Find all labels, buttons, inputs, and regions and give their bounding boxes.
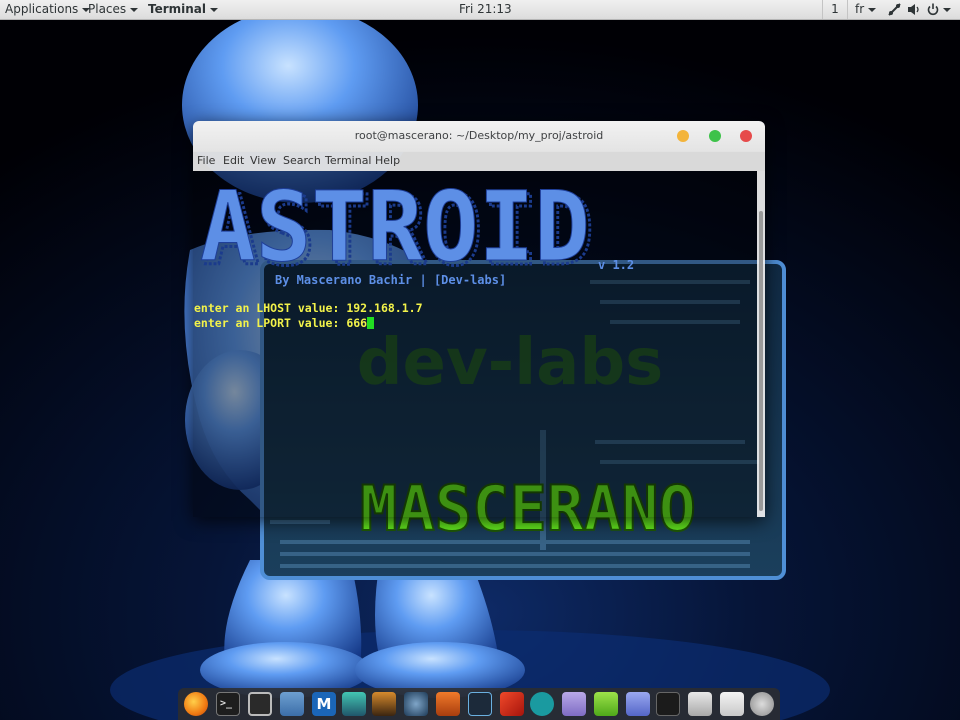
rocket-icon[interactable]: [750, 692, 774, 716]
terminal-scrollbar[interactable]: [757, 171, 765, 517]
close-button[interactable]: [740, 130, 752, 142]
applications-menu[interactable]: Applications: [5, 2, 91, 17]
volume-icon[interactable]: [907, 3, 921, 16]
terminal-output[interactable]: ASTROID ASTROID v 1.2 By Mascerano Bachi…: [193, 171, 757, 517]
power-icon[interactable]: [927, 3, 939, 16]
terminal-window[interactable]: root@mascerano: ~/Desktop/my_proj/astroi…: [193, 121, 765, 517]
text-cursor: [367, 317, 375, 329]
settings-toggle-icon[interactable]: [720, 692, 744, 716]
files-browser-icon[interactable]: [248, 692, 272, 716]
minimize-button[interactable]: [677, 130, 689, 142]
chevron-down-icon: [130, 7, 139, 12]
chevron-down-icon: [943, 7, 951, 12]
chevron-down-icon[interactable]: [943, 2, 951, 17]
scrollbar-thumb[interactable]: [759, 211, 763, 511]
text-editor-icon[interactable]: [562, 692, 586, 716]
armitage-icon[interactable]: [342, 692, 366, 716]
window-titlebar[interactable]: root@mascerano: ~/Desktop/my_proj/astroi…: [193, 121, 765, 152]
terminal-app-menu-label: Terminal: [148, 2, 207, 16]
menu-search[interactable]: Search: [283, 154, 321, 167]
places-menu[interactable]: Places: [88, 2, 139, 17]
chevron-down-icon: [210, 7, 219, 12]
kali-tool-icon[interactable]: [468, 692, 492, 716]
burpsuite-icon[interactable]: [372, 692, 396, 716]
menu-terminal[interactable]: Terminal: [325, 154, 372, 167]
notes-icon[interactable]: [594, 692, 618, 716]
install-icon[interactable]: [626, 692, 650, 716]
maltego-icon[interactable]: [404, 692, 428, 716]
workspace-indicator[interactable]: 1: [822, 0, 848, 19]
maximize-button[interactable]: [709, 130, 721, 142]
terminal-app-menu[interactable]: Terminal: [148, 2, 219, 17]
lport-line: enter an LPORT value: 666: [194, 316, 375, 330]
lhost-line: enter an LHOST value: 192.168.1.7: [194, 301, 423, 315]
lport-prompt: enter an LPORT value:: [194, 316, 347, 330]
keyboard-layout-label: fr: [855, 2, 865, 16]
top-panel: Applications Places Terminal Fri 21:13 1…: [0, 0, 960, 20]
metasploit-icon[interactable]: M: [312, 692, 336, 716]
folder-icon[interactable]: [280, 692, 304, 716]
lhost-value: 192.168.1.7: [346, 301, 423, 315]
lhost-prompt: enter an LHOST value:: [194, 301, 347, 315]
dock: >_ M: [178, 688, 780, 720]
network-wired-icon[interactable]: [888, 3, 901, 16]
author-byline: By Mascerano Bachir | [Dev-labs]: [275, 273, 507, 287]
banner-text: ASTROID: [200, 183, 590, 269]
places-menu-label: Places: [88, 2, 127, 16]
applications-menu-label: Applications: [5, 2, 79, 16]
system-monitor-icon[interactable]: [656, 692, 680, 716]
terminal-icon[interactable]: >_: [216, 692, 240, 716]
chevron-down-icon: [868, 7, 877, 12]
version-label: v 1.2: [598, 258, 635, 272]
disk-icon[interactable]: [688, 692, 712, 716]
keyboard-layout-menu[interactable]: fr: [855, 2, 877, 17]
beef-icon[interactable]: [436, 692, 460, 716]
clock[interactable]: Fri 21:13: [459, 2, 512, 17]
menu-view[interactable]: View: [250, 154, 276, 167]
faraday-icon[interactable]: [500, 692, 524, 716]
menu-help[interactable]: Help: [375, 154, 400, 167]
astroid-ascii-banner: ASTROID ASTROID: [200, 183, 596, 269]
menu-edit[interactable]: Edit: [223, 154, 244, 167]
menu-bar: File Edit View Search Terminal Help: [193, 151, 765, 171]
menu-file[interactable]: File: [197, 154, 215, 167]
arduino-icon[interactable]: [530, 692, 554, 716]
lport-input[interactable]: 666: [346, 316, 367, 330]
firefox-icon[interactable]: [184, 692, 208, 716]
